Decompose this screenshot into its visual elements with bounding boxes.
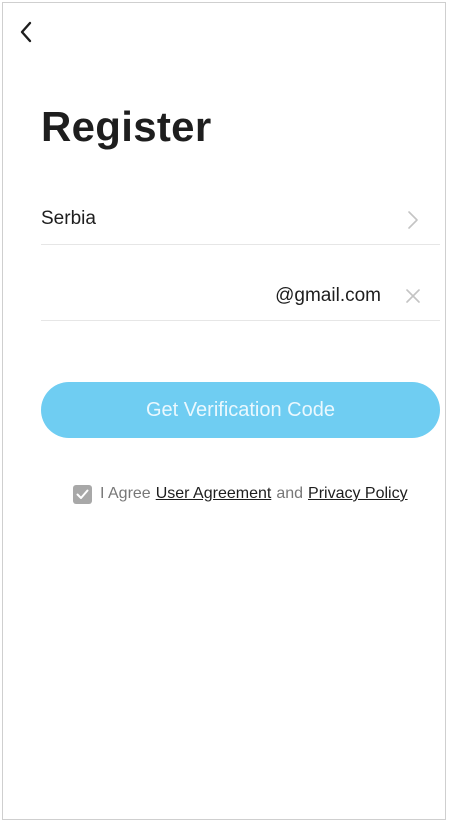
chevron-left-icon xyxy=(20,21,32,43)
email-row xyxy=(41,271,440,321)
register-screen: Register Serbia Get Verification Code I … xyxy=(2,2,446,820)
agreement-row: I Agree User Agreement and Privacy Polic… xyxy=(73,482,408,506)
email-input[interactable] xyxy=(41,279,381,313)
checkmark-icon xyxy=(76,489,89,499)
page-title: Register xyxy=(41,103,212,150)
agree-prefix: I Agree xyxy=(100,485,151,502)
close-icon[interactable] xyxy=(404,287,422,305)
country-value: Serbia xyxy=(41,208,96,229)
privacy-policy-link[interactable]: Privacy Policy xyxy=(308,485,408,503)
agree-checkbox[interactable] xyxy=(73,484,92,504)
agree-conjunction: and xyxy=(276,485,304,502)
user-agreement-link[interactable]: User Agreement xyxy=(156,485,272,503)
get-verification-code-button[interactable]: Get Verification Code xyxy=(41,382,440,438)
back-button[interactable] xyxy=(11,17,41,47)
chevron-right-icon xyxy=(408,211,418,229)
country-selector[interactable]: Serbia xyxy=(41,195,440,245)
